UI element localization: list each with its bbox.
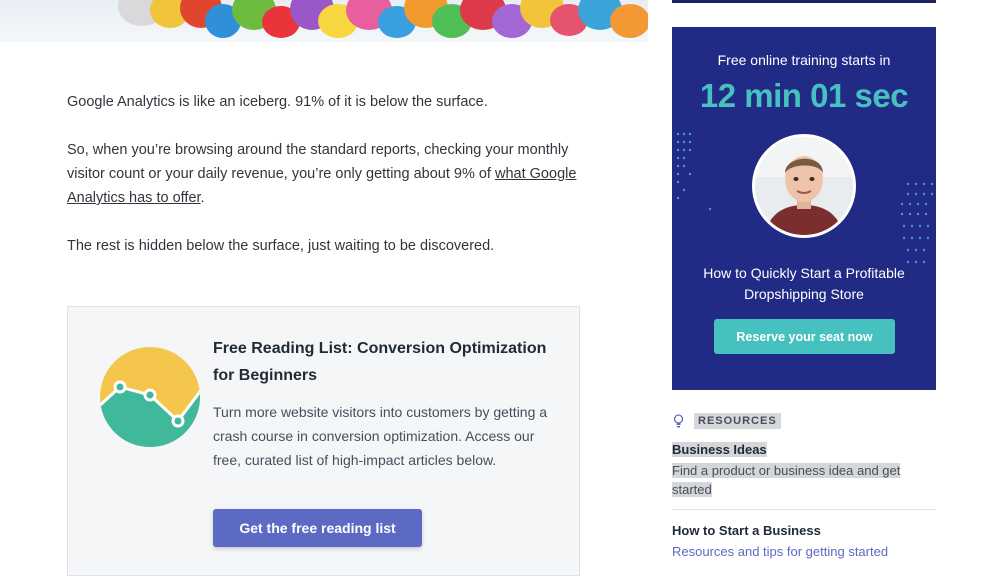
- dot-pattern-left: [676, 132, 712, 211]
- hero-image: [0, 0, 648, 42]
- reading-list-card: Free Reading List: Conversion Optimizati…: [67, 306, 580, 576]
- resources-label: RESOURCES: [694, 413, 781, 429]
- article-paragraph-2: So, when you’re browsing around the stan…: [67, 138, 587, 210]
- conversion-chart-icon: [100, 347, 200, 447]
- training-promo-banner[interactable]: Free online training starts in 12 min 01…: [672, 27, 936, 390]
- article-body: Google Analytics is like an iceberg. 91%…: [67, 90, 587, 282]
- article-paragraph-3: The rest is hidden below the surface, ju…: [67, 238, 495, 254]
- reading-list-title: Free Reading List: Conversion Optimizati…: [213, 340, 547, 384]
- resource-title-business-ideas[interactable]: Business Ideas: [672, 442, 767, 457]
- resource-desc-start-business[interactable]: Resources and tips for getting started: [672, 542, 936, 561]
- dot-pattern-right: [900, 182, 934, 264]
- article-paragraph-2-end: .: [200, 190, 205, 206]
- resource-desc-business-ideas[interactable]: Find a product or business idea and get …: [672, 461, 912, 499]
- article-paragraph-1: Google Analytics is like an iceberg. 91%…: [67, 94, 488, 110]
- resources-header: RESOURCES: [673, 412, 781, 430]
- presenter-photo: [755, 137, 853, 235]
- sidebar-top-bar: [672, 0, 936, 3]
- resources-divider: [672, 509, 936, 510]
- resource-desc-business-ideas-text[interactable]: Find a product or business idea and get …: [672, 463, 901, 497]
- resource-item-business-ideas[interactable]: Business Ideas: [672, 442, 767, 457]
- reading-list-description: Turn more website visitors into customer…: [213, 404, 548, 468]
- promo-heading: Free online training starts in: [717, 52, 891, 68]
- promo-subtitle: How to Quickly Start a Profitable Dropsh…: [703, 265, 905, 302]
- presenter-avatar: [752, 134, 856, 238]
- lightbulb-icon: [673, 414, 684, 428]
- resource-item-start-business[interactable]: How to Start a Business: [672, 523, 821, 538]
- countdown-timer: 12 min 01 sec: [699, 77, 909, 114]
- reserve-seat-button[interactable]: Reserve your seat now: [714, 319, 895, 354]
- article-paragraph-2-text: So, when you’re browsing around the stan…: [67, 142, 569, 182]
- get-reading-list-button[interactable]: Get the free reading list: [213, 509, 422, 547]
